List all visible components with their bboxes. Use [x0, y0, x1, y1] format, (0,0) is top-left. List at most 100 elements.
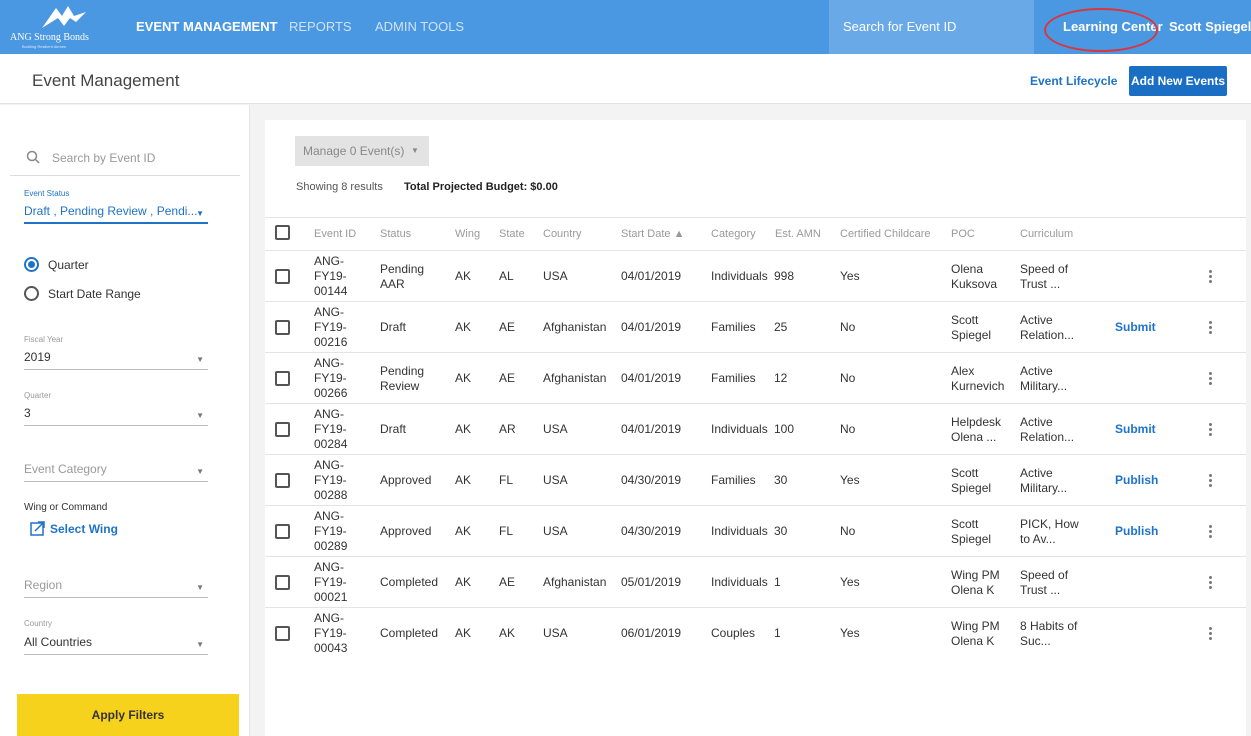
manage-events-button[interactable]: Manage 0 Event(s) ▼ [295, 136, 429, 166]
column-state[interactable]: State [499, 228, 525, 240]
fiscal-year-value: 2019 [24, 350, 51, 364]
row-action-button[interactable]: Submit [1115, 320, 1156, 334]
table-row: ANG- FY19- 00021 Completed AK AE Afghanistan 05… [265, 556, 1246, 607]
app-logo[interactable]: ANG Strong Bonds Building Resilient Airm… [10, 4, 122, 50]
country-cell: USA [543, 523, 568, 538]
column-poc[interactable]: POC [951, 228, 975, 240]
column-est-amn[interactable]: Est. AMN [775, 228, 821, 240]
column-start-date[interactable]: Start Date ▲ [621, 228, 684, 240]
event-id-cell-line: ANG- [314, 509, 344, 523]
nav-event-management[interactable]: EVENT MANAGEMENT [136, 0, 278, 54]
add-new-events-button[interactable]: Add New Events [1129, 66, 1227, 96]
curriculum-cell-line: Active [1020, 312, 1053, 327]
events-panel: Manage 0 Event(s) ▼ Showing 8 results To… [265, 120, 1246, 736]
category-cell: Families [711, 472, 756, 487]
category-cell: Individuals [711, 268, 768, 283]
column-status[interactable]: Status [380, 228, 411, 240]
country-cell: Afghanistan [543, 319, 607, 334]
event-category-select[interactable]: Event Category ▼ [24, 460, 208, 482]
row-checkbox[interactable] [275, 625, 290, 641]
curriculum-cell-line: Active [1020, 465, 1053, 480]
row-checkbox[interactable] [275, 268, 290, 284]
wing-cell: AK [455, 523, 472, 538]
country-cell: USA [543, 625, 568, 640]
chevron-down-icon: ▼ [196, 583, 204, 592]
table-row: ANG- FY19- 00266 Pending Review AK AE Afghanist… [265, 352, 1246, 403]
curriculum-cell-line: Speed of [1020, 261, 1069, 276]
amn-cell: 30 [774, 523, 788, 538]
row-checkbox[interactable] [275, 421, 290, 437]
chevron-down-icon: ▼ [196, 467, 204, 476]
country-cell: USA [543, 472, 568, 487]
wing-or-command-label: Wing or Command [24, 502, 108, 513]
row-action-button[interactable]: Submit [1115, 422, 1156, 436]
more-vertical-icon[interactable] [1209, 575, 1213, 591]
wing-cell: AK [455, 472, 472, 487]
radio-start-date-range[interactable]: Start Date Range [24, 286, 204, 304]
column-certified-childcare[interactable]: Certified Childcare [840, 228, 930, 240]
event-id-cell-line: ANG- [314, 305, 344, 319]
more-vertical-icon[interactable] [1209, 320, 1213, 336]
open-external-icon [30, 521, 45, 536]
curriculum-cell-line: Relation... [1020, 327, 1075, 342]
column-wing[interactable]: Wing [455, 228, 480, 240]
event-status-select[interactable]: Draft , Pending Review , Pendi... ▼ [24, 202, 208, 224]
user-menu[interactable]: Scott Spiegel [1169, 0, 1251, 54]
date-cell: 05/01/2019 [621, 574, 682, 589]
curriculum-cell-line: Military... [1020, 480, 1068, 495]
curriculum-cell-line: Relation... [1020, 429, 1075, 444]
row-action-button[interactable]: Publish [1115, 524, 1158, 538]
curriculum-cell-line: Trust ... [1020, 582, 1061, 597]
childcare-cell: Yes [840, 574, 860, 589]
curriculum-cell-line: Trust ... [1020, 276, 1061, 291]
curriculum-cell-line: to Av... [1020, 531, 1056, 546]
chevron-down-icon: ▼ [196, 355, 204, 364]
more-vertical-icon[interactable] [1209, 524, 1213, 540]
row-checkbox[interactable] [275, 319, 290, 335]
row-checkbox[interactable] [275, 472, 290, 488]
row-checkbox[interactable] [275, 370, 290, 386]
nav-admin-tools[interactable]: ADMIN TOOLS [375, 0, 464, 54]
radio-checked-icon [24, 257, 39, 272]
event-id-cell-line: ANG- [314, 407, 344, 421]
event-category-placeholder: Event Category [24, 462, 107, 476]
column-event-id[interactable]: Event ID [314, 228, 356, 240]
fiscal-year-select[interactable]: 2019 ▼ [24, 348, 208, 370]
region-select[interactable]: Region ▼ [24, 576, 208, 598]
more-vertical-icon[interactable] [1209, 269, 1213, 285]
wing-cell: AK [455, 574, 472, 589]
wing-cell: AK [455, 625, 472, 640]
filter-sidebar: Search by Event ID Event Status Draft , … [0, 105, 250, 736]
more-vertical-icon[interactable] [1209, 626, 1213, 642]
country-select[interactable]: All Countries ▼ [24, 633, 208, 655]
row-action-button[interactable]: Publish [1115, 473, 1158, 487]
page-title: Event Management [32, 71, 180, 90]
row-checkbox[interactable] [275, 523, 290, 539]
search-icon [26, 150, 40, 164]
radio-quarter[interactable]: Quarter [24, 257, 204, 275]
column-curriculum[interactable]: Curriculum [1020, 228, 1073, 240]
quarter-select[interactable]: 3 ▼ [24, 404, 208, 426]
table-row: ANG- FY19- 00043 Completed AK AK USA 06/01/2019… [265, 607, 1246, 658]
table-row: ANG- FY19- 00216 Draft AK AE Afghanistan 04/01/… [265, 301, 1246, 352]
amn-cell: 100 [774, 421, 795, 436]
nav-reports[interactable]: REPORTS [289, 0, 352, 54]
apply-filters-button[interactable]: Apply Filters [17, 694, 239, 736]
childcare-cell: No [840, 523, 856, 538]
curriculum-cell-line: Speed of [1020, 567, 1069, 582]
column-country[interactable]: Country [543, 228, 582, 240]
radio-range-label: Start Date Range [48, 287, 141, 301]
row-checkbox[interactable] [275, 574, 290, 590]
event-id-search[interactable]: Search for Event ID [829, 0, 1034, 54]
curriculum-cell: Speed of Trust ... [1020, 262, 1110, 292]
more-vertical-icon[interactable] [1209, 422, 1213, 438]
childcare-cell: Yes [840, 472, 860, 487]
event-id-cell-line: 00284 [314, 437, 348, 451]
event-lifecycle-link[interactable]: Event Lifecycle [1030, 74, 1117, 88]
select-all-checkbox[interactable] [275, 225, 290, 240]
sidebar-search-input[interactable]: Search by Event ID [10, 142, 240, 176]
more-vertical-icon[interactable] [1209, 371, 1213, 387]
column-category[interactable]: Category [711, 228, 756, 240]
more-vertical-icon[interactable] [1209, 473, 1213, 489]
state-cell: FL [499, 523, 514, 538]
